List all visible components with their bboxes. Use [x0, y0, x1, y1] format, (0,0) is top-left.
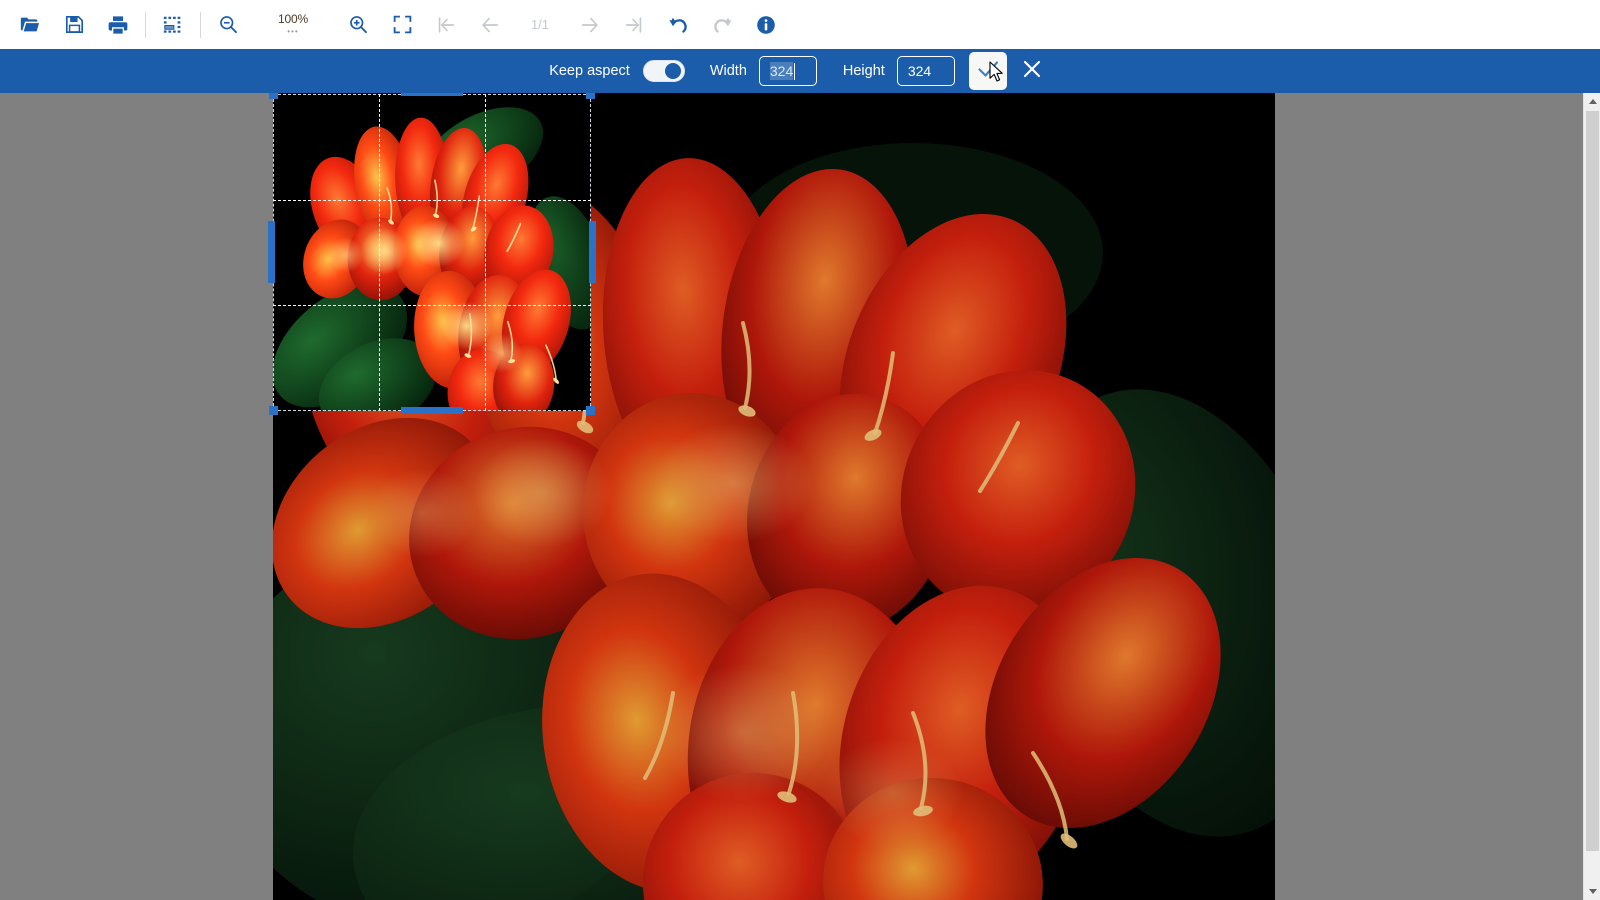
image-workspace[interactable] [0, 93, 1600, 900]
undo-arrow-icon [667, 13, 690, 36]
folder-open-icon [19, 14, 41, 36]
crop-preview-photo [273, 94, 591, 411]
zoom-in-icon [348, 14, 369, 35]
width-input[interactable]: 324 [758, 56, 817, 86]
arrow-right-icon [579, 14, 601, 36]
keep-aspect-toggle[interactable] [642, 60, 685, 82]
toggle-knob [664, 63, 681, 79]
width-input-value: 324 [769, 62, 794, 80]
keep-aspect-label: Keep aspect [549, 63, 630, 79]
crop-handle-middle-left[interactable] [268, 221, 275, 283]
height-input-value: 324 [907, 63, 932, 79]
first-page-icon [435, 14, 457, 36]
crop-selection-box[interactable] [268, 93, 596, 415]
text-caret [794, 62, 796, 80]
close-x-icon [1020, 57, 1044, 86]
last-page-icon [623, 14, 645, 36]
arrow-left-icon [479, 14, 501, 36]
confirm-resize-button[interactable] [968, 52, 1007, 90]
crop-handle-top-center[interactable] [401, 93, 463, 96]
height-input[interactable]: 324 [896, 56, 955, 86]
save-button[interactable] [52, 3, 96, 47]
scroll-up-button[interactable] [1584, 93, 1600, 110]
print-button[interactable] [96, 3, 140, 47]
toolbar-divider-2 [200, 11, 201, 38]
width-label: Width [709, 63, 747, 79]
redo-arrow-icon [711, 13, 734, 36]
crop-handle-bottom-right[interactable] [586, 406, 595, 415]
vertical-scrollbar[interactable] [1583, 93, 1600, 900]
crop-handle-top-left[interactable] [269, 93, 278, 99]
previous-page-button[interactable] [468, 3, 512, 47]
cancel-resize-button[interactable] [1013, 52, 1051, 90]
crop-handle-top-right[interactable] [586, 93, 595, 99]
fit-to-window-button[interactable] [380, 3, 424, 47]
main-toolbar: 100% ••• 1/1 [0, 0, 1600, 49]
resize-action-bar: Keep aspect Width 324 Height 324 [0, 49, 1600, 93]
next-page-button[interactable] [568, 3, 612, 47]
info-circle-icon [755, 14, 777, 36]
crop-handle-bottom-center[interactable] [401, 407, 463, 414]
triangle-up-icon [1588, 99, 1597, 104]
crop-handle-middle-right[interactable] [589, 221, 596, 283]
crop-select-icon [162, 14, 184, 36]
checkmark-icon [976, 57, 1000, 86]
first-page-button[interactable] [424, 3, 468, 47]
printer-icon [107, 14, 129, 36]
scrollbar-thumb[interactable] [1586, 111, 1599, 851]
zoom-out-button[interactable] [206, 3, 250, 47]
undo-button[interactable] [656, 3, 700, 47]
zoom-level-indicator[interactable]: 100% ••• [264, 3, 322, 47]
zoom-level-dots: ••• [287, 27, 299, 36]
page-indicator: 1/1 [530, 17, 550, 32]
fit-screen-icon [392, 14, 413, 35]
triangle-down-icon [1588, 889, 1597, 894]
last-page-button[interactable] [612, 3, 656, 47]
save-floppy-icon [64, 14, 85, 35]
redo-button[interactable] [700, 3, 744, 47]
open-file-button[interactable] [8, 3, 52, 47]
info-button[interactable] [744, 3, 788, 47]
zoom-in-button[interactable] [336, 3, 380, 47]
crop-handle-bottom-left[interactable] [269, 406, 278, 415]
crop-select-button[interactable] [151, 3, 195, 47]
zoom-level-value: 100% [278, 12, 308, 26]
height-label: Height [842, 63, 885, 79]
toolbar-divider-1 [145, 11, 146, 38]
zoom-out-icon [218, 14, 239, 35]
scroll-down-button[interactable] [1584, 883, 1600, 900]
crop-preview-thumbnail [273, 94, 591, 411]
